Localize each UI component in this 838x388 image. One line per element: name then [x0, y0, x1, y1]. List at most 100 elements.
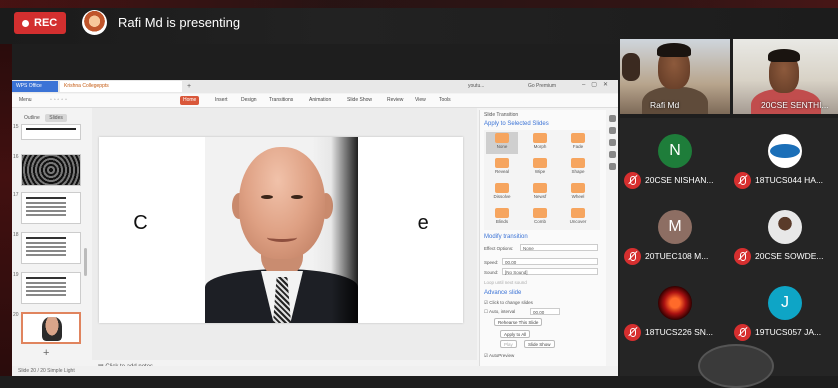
thumbnail-row[interactable]: 15: [12, 124, 88, 158]
participant-tile[interactable]: J 19TUCS057 JA...: [730, 284, 838, 342]
speed-input[interactable]: 00.00: [502, 258, 598, 265]
effect-blinds[interactable]: Blinds: [486, 207, 518, 229]
participant-name: 20CSE SOWDE...: [755, 251, 824, 261]
ribbon-tab-view[interactable]: View: [412, 96, 429, 105]
participant-tile[interactable]: M 20TUEC108 M...: [620, 208, 728, 266]
thumbnail-number: 17: [13, 192, 19, 198]
mic-off-icon: [734, 248, 751, 265]
current-slide[interactable]: Ce: [99, 137, 463, 323]
sound-select[interactable]: [No Sound]: [502, 268, 598, 275]
video-tile-rafi[interactable]: Rafi Md: [620, 39, 730, 114]
participant-tile[interactable]: 18TUCS226 SN...: [620, 284, 728, 342]
effect-wheel[interactable]: Wheel: [562, 182, 594, 204]
quick-access-icons[interactable]: ▫▫▫▫▫: [50, 97, 69, 103]
participant-name: 19TUCS057 JA...: [755, 327, 822, 337]
loop-until-next-sound[interactable]: Loop until next sound: [484, 280, 527, 285]
meeting-top-bar: REC Rafi Md is presenting: [0, 0, 838, 44]
new-tab-button[interactable]: +: [184, 81, 194, 92]
effect-newsflash[interactable]: Newsf: [524, 182, 556, 204]
effect-label: Fade: [572, 144, 584, 149]
tab-go-premium[interactable]: Go Premium: [524, 81, 584, 92]
effect-uncover-icon: [571, 208, 585, 218]
sidebar-tool-icon[interactable]: [609, 115, 616, 122]
video-tile-senthil[interactable]: 20CSE SENTHI...: [733, 39, 838, 114]
ribbon-tab-slideshow[interactable]: Slide Show: [344, 96, 375, 105]
tab-youtube[interactable]: youtu...: [464, 81, 522, 92]
thumbnail-number: 16: [13, 154, 19, 160]
sidebar-tool-icon[interactable]: [609, 163, 616, 170]
checkbox-label: Click to change slides: [489, 300, 533, 305]
panel-tab-outline[interactable]: Outline: [20, 114, 44, 122]
ribbon-tab-review[interactable]: Review: [384, 96, 406, 105]
photo-eye: [291, 195, 303, 199]
sidebar-tool-icon[interactable]: [609, 139, 616, 146]
slide-thumbnail[interactable]: [21, 124, 81, 140]
auto-interval-checkbox[interactable]: ☐ Auto, interval: [484, 309, 515, 315]
ribbon-tab-animation[interactable]: Animation: [306, 96, 334, 105]
effect-options-select[interactable]: None: [520, 244, 598, 251]
tab-wps-office[interactable]: WPS Office: [12, 81, 58, 92]
slide-show-button[interactable]: Slide Show: [524, 340, 555, 348]
thumbnail-number: 20: [13, 312, 19, 318]
rehearse-slide-button[interactable]: Rehearse This Slide: [494, 318, 543, 326]
participant-tile[interactable]: 18TUCS044 HA...: [730, 132, 838, 190]
video-tile-name: 20CSE SENTHI...: [761, 100, 829, 110]
effect-fade-icon: [571, 133, 585, 143]
ribbon-tab-insert[interactable]: Insert: [212, 96, 231, 105]
participant-name: 18TUCS044 HA...: [755, 175, 824, 185]
effect-label: None: [496, 144, 508, 149]
effect-morph[interactable]: Morph: [524, 132, 556, 154]
thumbnail-scrollbar[interactable]: [84, 248, 87, 276]
shared-screen: WPS Office Krishna Collegeppts + youtu..…: [12, 80, 618, 376]
side-tool-icons: [607, 110, 618, 230]
slide-thumbnail[interactable]: [21, 154, 81, 186]
participant-avatar: [768, 134, 802, 168]
participant-tile[interactable]: N 20CSE NISHAN...: [620, 132, 728, 190]
ribbon-tab-tools[interactable]: Tools: [436, 96, 454, 105]
slide-portrait-photo[interactable]: [205, 137, 358, 323]
slide-text-right: e: [417, 212, 429, 234]
menu-button[interactable]: Menu: [16, 96, 35, 105]
effect-dissolve[interactable]: Dissolve: [486, 182, 518, 204]
thumbnail-row[interactable]: 18: [12, 232, 88, 266]
slide-thumbnail[interactable]: [21, 232, 81, 264]
sidebar-tool-icon[interactable]: [609, 127, 616, 134]
self-view-avatar[interactable]: [698, 344, 774, 388]
effect-label: Wipe: [534, 169, 546, 174]
slide-thumbnail[interactable]: [21, 192, 81, 224]
effect-none[interactable]: None: [486, 132, 518, 154]
effect-reveal[interactable]: Reveal: [486, 157, 518, 179]
effect-wipe[interactable]: Wipe: [524, 157, 556, 179]
ribbon-tab-design[interactable]: Design: [238, 96, 260, 105]
effect-dissolve-icon: [495, 183, 509, 193]
window-controls[interactable]: –▢✕: [582, 81, 614, 88]
mic-off-icon: [734, 324, 751, 341]
checkbox-label: Auto, interval: [489, 309, 516, 314]
effect-fade[interactable]: Fade: [562, 132, 594, 154]
thumbnail-row[interactable]: 19: [12, 272, 88, 306]
effect-shape[interactable]: Shape: [562, 157, 594, 179]
effect-comb[interactable]: Comb: [524, 207, 556, 229]
play-button[interactable]: Play: [500, 340, 517, 348]
participant-tile[interactable]: 20CSE SOWDE...: [730, 208, 838, 266]
thumbnail-row[interactable]: 20: [12, 312, 88, 346]
thumbnail-row[interactable]: 17: [12, 192, 88, 226]
slide-thumbnail-active[interactable]: [21, 312, 81, 344]
participant-avatar: N: [658, 134, 692, 168]
ribbon-tab-home[interactable]: Home: [180, 96, 200, 105]
sidebar-tool-icon[interactable]: [609, 151, 616, 158]
apply-to-all-button[interactable]: Apply to All: [500, 330, 531, 338]
recording-indicator[interactable]: REC: [14, 12, 66, 34]
avatar-initial: J: [781, 294, 789, 311]
ribbon-tab-transitions[interactable]: Transitions: [266, 96, 296, 105]
slide-thumbnail[interactable]: [21, 272, 81, 304]
add-slide-button[interactable]: +: [43, 347, 49, 359]
auto-interval-input[interactable]: 00.00: [530, 308, 560, 315]
tab-document[interactable]: Krishna Collegeppts: [60, 81, 182, 92]
thumbnail-row[interactable]: 16: [12, 154, 88, 188]
panel-tab-slides[interactable]: Slides: [45, 114, 67, 122]
click-to-change-checkbox[interactable]: ☑ Click to change slides: [484, 300, 533, 306]
effect-uncover[interactable]: Uncover: [562, 207, 594, 229]
participant-avatar: J: [768, 286, 802, 320]
autopreview-checkbox[interactable]: ☑ AutoPreview: [484, 353, 514, 359]
